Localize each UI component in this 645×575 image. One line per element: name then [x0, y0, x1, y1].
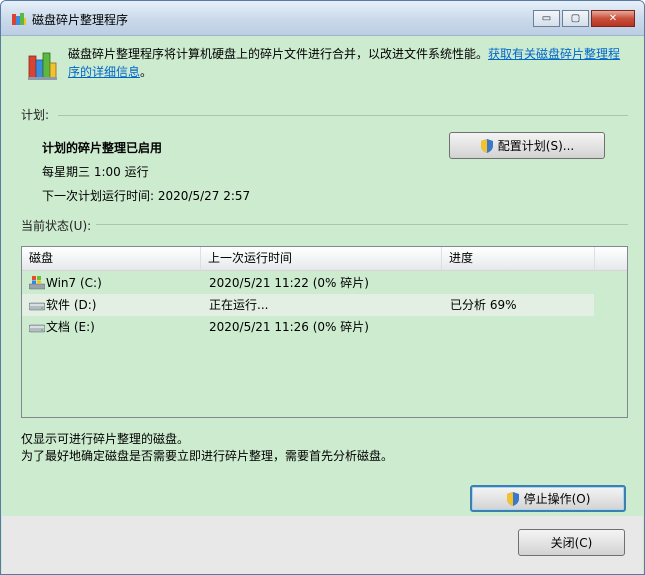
disk-name: Win7 (C:) — [46, 276, 102, 290]
stop-operation-label: 停止操作(O) — [523, 492, 591, 506]
note-defraggable-only: 仅显示可进行碎片整理的磁盘。 — [21, 432, 190, 446]
main-content: 磁盘碎片整理程序将计算机硬盘上的碎片文件进行合并，以改进文件系统性能。获取有关磁… — [2, 36, 643, 516]
hard-drive-icon — [29, 324, 45, 333]
close-button[interactable]: 关闭(C) — [518, 529, 625, 556]
window-title: 磁盘碎片整理程序 — [32, 13, 129, 27]
uac-shield-icon — [506, 491, 519, 506]
configure-schedule-label: 配置计划(S)... — [497, 139, 575, 153]
minimize-button[interactable]: ▭ — [533, 10, 560, 27]
column-header-progress[interactable]: 进度 — [442, 247, 595, 270]
disk-last-run: 2020/5/21 11:26 (0% 碎片) — [209, 320, 369, 334]
schedule-divider — [58, 115, 628, 116]
table-header: 磁盘 上一次运行时间 进度 — [22, 247, 627, 271]
minimize-icon: ▭ — [541, 13, 552, 24]
intro-text: 磁盘碎片整理程序将计算机硬盘上的碎片文件进行合并，以改进文件系统性能。获取有关磁… — [68, 45, 628, 81]
disk-status-table[interactable]: 磁盘 上一次运行时间 进度 Win7 (C:) 2020/5/21 11:22 … — [21, 246, 628, 418]
dialog-footer: 关闭(C) — [2, 516, 643, 574]
current-status-label: 当前状态(U): — [21, 219, 92, 233]
intro-description: 磁盘碎片整理程序将计算机硬盘上的碎片文件进行合并，以改进文件系统性能。 — [68, 47, 489, 61]
title-bar[interactable]: 磁盘碎片整理程序 ▭ ▢ ✕ — [1, 1, 644, 36]
schedule-next-run: 下一次计划运行时间: 2020/5/27 2:57 — [42, 189, 251, 203]
column-header-disk[interactable]: 磁盘 — [22, 247, 201, 270]
status-divider — [96, 224, 628, 225]
disk-name: 软件 (D:) — [46, 298, 97, 312]
intro-suffix: 。 — [140, 65, 153, 79]
disk-name: 文档 (E:) — [46, 320, 95, 334]
close-icon: ✕ — [608, 13, 618, 24]
close-window-button[interactable]: ✕ — [591, 10, 635, 27]
schedule-status: 计划的碎片整理已启用 — [42, 141, 163, 155]
schedule-section-label: 计划: — [21, 108, 50, 122]
stop-operation-button[interactable]: 停止操作(O) — [470, 485, 626, 512]
disk-progress: 已分析 69% — [450, 298, 517, 312]
uac-shield-icon — [480, 138, 493, 153]
defrag-app-icon — [12, 13, 26, 25]
maximize-icon: ▢ — [570, 13, 581, 24]
column-header-last-run[interactable]: 上一次运行时间 — [201, 247, 442, 270]
configure-schedule-button[interactable]: 配置计划(S)... — [449, 132, 605, 159]
close-button-label: 关闭(C) — [550, 536, 593, 550]
defrag-large-icon — [28, 52, 57, 80]
table-row[interactable]: 文档 (E:) 2020/5/21 11:26 (0% 碎片) — [22, 316, 594, 338]
disk-last-run: 正在运行... — [209, 298, 269, 312]
hard-drive-icon — [29, 302, 45, 311]
table-row[interactable]: Win7 (C:) 2020/5/21 11:22 (0% 碎片) — [22, 272, 594, 294]
windows-drive-icon — [29, 276, 45, 290]
table-row[interactable]: 软件 (D:) 正在运行... 已分析 69% — [22, 294, 594, 316]
maximize-button[interactable]: ▢ — [562, 10, 589, 27]
caption-buttons: ▭ ▢ ✕ — [533, 10, 635, 27]
schedule-frequency: 每星期三 1:00 运行 — [42, 165, 149, 179]
disk-last-run: 2020/5/21 11:22 (0% 碎片) — [209, 276, 369, 290]
note-analyze-first: 为了最好地确定磁盘是否需要立即进行碎片整理，需要首先分析磁盘。 — [21, 449, 394, 463]
defrag-window: 磁盘碎片整理程序 ▭ ▢ ✕ 磁盘碎片整理程序将计算机硬盘上的碎片文件进行合并，… — [0, 0, 645, 575]
